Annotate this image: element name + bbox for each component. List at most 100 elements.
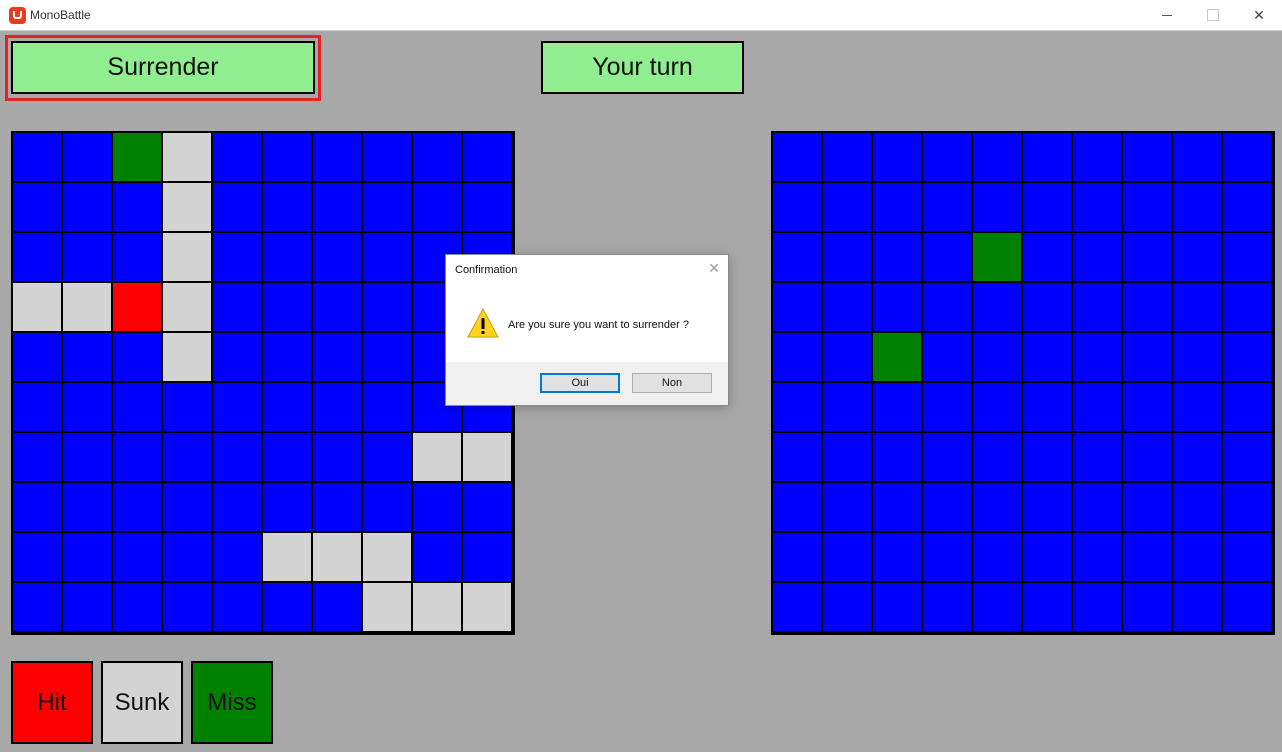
enemy-cell-water[interactable] <box>1072 182 1122 232</box>
enemy-cell-water[interactable] <box>822 482 872 532</box>
enemy-cell-water[interactable] <box>822 382 872 432</box>
enemy-cell-water[interactable] <box>1072 232 1122 282</box>
enemy-cell-water[interactable] <box>1222 532 1272 582</box>
enemy-cell-water[interactable] <box>972 282 1022 332</box>
enemy-cell-water[interactable] <box>772 132 822 182</box>
enemy-cell-water[interactable] <box>1122 432 1172 482</box>
enemy-cell-water[interactable] <box>872 482 922 532</box>
enemy-cell-water[interactable] <box>1022 582 1072 632</box>
enemy-cell-water[interactable] <box>922 182 972 232</box>
enemy-cell-water[interactable] <box>1122 232 1172 282</box>
enemy-cell-water[interactable] <box>872 132 922 182</box>
enemy-cell-water[interactable] <box>1072 582 1122 632</box>
enemy-cell-water[interactable] <box>1222 382 1272 432</box>
enemy-cell-water[interactable] <box>1172 182 1222 232</box>
enemy-cell-water[interactable] <box>1072 432 1122 482</box>
enemy-cell-water[interactable] <box>922 382 972 432</box>
enemy-cell-water[interactable] <box>822 132 872 182</box>
enemy-cell-water[interactable] <box>1022 482 1072 532</box>
enemy-cell-water[interactable] <box>772 482 822 532</box>
enemy-cell-water[interactable] <box>1072 282 1122 332</box>
enemy-cell-water[interactable] <box>1222 432 1272 482</box>
enemy-cell-water[interactable] <box>872 282 922 332</box>
enemy-cell-water[interactable] <box>772 582 822 632</box>
enemy-cell-water[interactable] <box>1172 432 1222 482</box>
enemy-cell-water[interactable] <box>1172 232 1222 282</box>
enemy-cell-water[interactable] <box>922 532 972 582</box>
enemy-cell-water[interactable] <box>822 232 872 282</box>
enemy-cell-water[interactable] <box>1072 382 1122 432</box>
enemy-cell-water[interactable] <box>1072 132 1122 182</box>
enemy-cell-water[interactable] <box>1122 582 1172 632</box>
enemy-cell-water[interactable] <box>772 532 822 582</box>
enemy-cell-water[interactable] <box>1222 482 1272 532</box>
enemy-cell-water[interactable] <box>1122 282 1172 332</box>
enemy-cell-water[interactable] <box>772 382 822 432</box>
enemy-cell-water[interactable] <box>1222 132 1272 182</box>
close-window-button[interactable]: ✕ <box>1236 0 1282 30</box>
enemy-cell-water[interactable] <box>872 432 922 482</box>
enemy-cell-water[interactable] <box>1172 332 1222 382</box>
enemy-cell-water[interactable] <box>1022 132 1072 182</box>
enemy-cell-water[interactable] <box>872 232 922 282</box>
enemy-cell-water[interactable] <box>972 382 1022 432</box>
enemy-cell-water[interactable] <box>1022 282 1072 332</box>
enemy-cell-water[interactable] <box>1122 532 1172 582</box>
enemy-cell-water[interactable] <box>972 182 1022 232</box>
enemy-cell-water[interactable] <box>1022 382 1072 432</box>
enemy-cell-water[interactable] <box>772 432 822 482</box>
enemy-cell-water[interactable] <box>922 132 972 182</box>
enemy-cell-water[interactable] <box>772 232 822 282</box>
enemy-cell-water[interactable] <box>972 432 1022 482</box>
enemy-cell-water[interactable] <box>772 182 822 232</box>
enemy-cell-water[interactable] <box>872 382 922 432</box>
enemy-cell-water[interactable] <box>772 282 822 332</box>
enemy-cell-water[interactable] <box>922 232 972 282</box>
enemy-cell-water[interactable] <box>1172 582 1222 632</box>
enemy-cell-water[interactable] <box>1172 382 1222 432</box>
enemy-cell-water[interactable] <box>822 282 872 332</box>
enemy-cell-water[interactable] <box>1172 482 1222 532</box>
enemy-cell-water[interactable] <box>822 432 872 482</box>
confirm-yes-button[interactable]: Oui <box>540 373 620 393</box>
minimize-button[interactable] <box>1144 0 1190 30</box>
enemy-cell-water[interactable] <box>1122 182 1172 232</box>
enemy-cell-miss[interactable] <box>872 332 922 382</box>
enemy-cell-water[interactable] <box>1222 582 1272 632</box>
enemy-cell-water[interactable] <box>1022 182 1072 232</box>
enemy-cell-water[interactable] <box>1022 432 1072 482</box>
enemy-cell-water[interactable] <box>972 532 1022 582</box>
enemy-cell-water[interactable] <box>1022 532 1072 582</box>
enemy-cell-water[interactable] <box>1222 232 1272 282</box>
surrender-button[interactable]: Surrender <box>11 41 315 94</box>
enemy-cell-miss[interactable] <box>972 232 1022 282</box>
enemy-cell-water[interactable] <box>972 132 1022 182</box>
enemy-cell-water[interactable] <box>922 282 972 332</box>
enemy-cell-water[interactable] <box>872 582 922 632</box>
enemy-cell-water[interactable] <box>1022 232 1072 282</box>
enemy-cell-water[interactable] <box>822 532 872 582</box>
enemy-cell-water[interactable] <box>1072 532 1122 582</box>
confirm-no-button[interactable]: Non <box>632 373 712 393</box>
enemy-cell-water[interactable] <box>972 332 1022 382</box>
enemy-cell-water[interactable] <box>1172 282 1222 332</box>
enemy-cell-water[interactable] <box>1122 332 1172 382</box>
enemy-cell-water[interactable] <box>822 182 872 232</box>
enemy-cell-water[interactable] <box>1172 532 1222 582</box>
enemy-cell-water[interactable] <box>1222 182 1272 232</box>
enemy-cell-water[interactable] <box>922 432 972 482</box>
enemy-cell-water[interactable] <box>972 482 1022 532</box>
enemy-cell-water[interactable] <box>872 532 922 582</box>
enemy-cell-water[interactable] <box>1072 482 1122 532</box>
enemy-cell-water[interactable] <box>1022 332 1072 382</box>
dialog-close-icon[interactable]: ✕ <box>708 260 720 277</box>
maximize-button[interactable] <box>1190 0 1236 30</box>
enemy-cell-water[interactable] <box>1122 132 1172 182</box>
enemy-cell-water[interactable] <box>1222 332 1272 382</box>
enemy-cell-water[interactable] <box>972 582 1022 632</box>
enemy-board[interactable] <box>771 131 1275 635</box>
enemy-cell-water[interactable] <box>1172 132 1222 182</box>
enemy-cell-water[interactable] <box>1222 282 1272 332</box>
enemy-cell-water[interactable] <box>1122 382 1172 432</box>
enemy-cell-water[interactable] <box>872 182 922 232</box>
